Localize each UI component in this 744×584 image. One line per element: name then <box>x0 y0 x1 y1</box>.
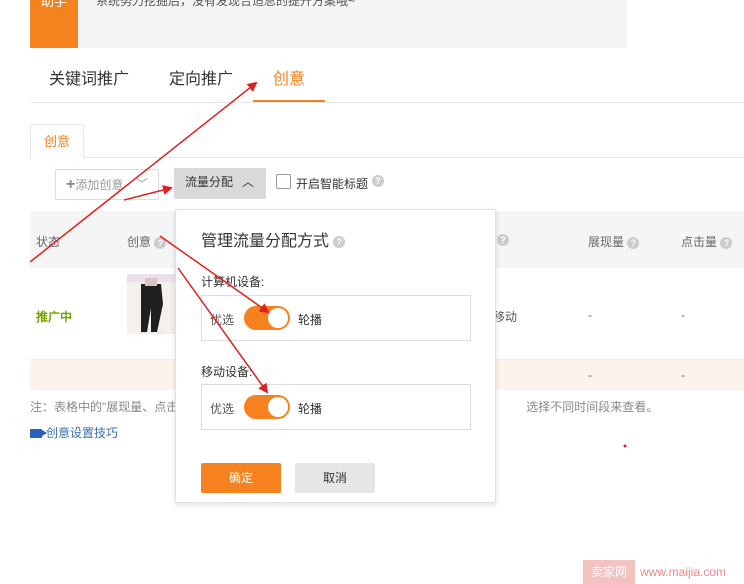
red-dot <box>623 444 627 448</box>
creative-tips-link[interactable]: 创意设置技巧 <box>30 424 118 441</box>
desktop-device-setting: 优选 轮播 <box>201 295 471 341</box>
cancel-button[interactable]: 取消 <box>295 463 375 493</box>
video-camera-icon <box>30 429 42 439</box>
traffic-allocation-popup: 管理流量分配方式? 计算机设备: 优选 轮播 移动设备: 优选 轮播 确定 取消 <box>175 209 496 503</box>
mobile-allocation-toggle[interactable] <box>244 395 290 419</box>
toggle-knob <box>268 397 288 417</box>
smart-title-label: 开启智能标题 <box>296 177 369 191</box>
creative-thumbnail[interactable] <box>127 274 175 334</box>
watermark-logo: 卖家网 <box>583 560 635 584</box>
confirm-button[interactable]: 确定 <box>201 463 281 493</box>
impressions-cell: - <box>588 368 592 382</box>
toggle-knob <box>268 308 288 328</box>
help-icon[interactable]: ? <box>333 235 346 248</box>
help-icon[interactable]: ? <box>497 234 509 246</box>
active-tab-indicator <box>253 100 325 102</box>
clicks-cell: - <box>681 308 685 322</box>
help-icon[interactable]: ? <box>720 236 733 249</box>
site-watermark: 卖家网 www.maijia.com <box>583 560 744 584</box>
tab-targeted-promotion[interactable]: 定向推广 <box>169 65 233 89</box>
main-tabs: 关键词推广 定向推广 创意 <box>30 55 744 103</box>
smart-title-checkbox[interactable] <box>276 174 291 189</box>
option-rotate[interactable]: 轮播 <box>298 311 322 328</box>
popup-title: 管理流量分配方式? <box>201 227 346 251</box>
mobile-device-setting: 优选 轮播 <box>201 384 471 430</box>
traffic-allocation-button[interactable]: 流量分配 ︿ <box>174 168 266 199</box>
chevron-up-icon: ︿ <box>241 175 254 189</box>
chevron-down-icon: ﹀ <box>135 177 148 191</box>
impressions-cell: - <box>588 308 592 322</box>
assistant-tip-text: 系统努力挖掘后，没有发现合适总的提升方案哦~ <box>96 0 356 8</box>
option-preferred[interactable]: 优选 <box>210 400 234 417</box>
watermark-url: www.maijia.com <box>640 565 727 579</box>
help-icon[interactable]: ? <box>154 236 167 249</box>
desktop-allocation-toggle[interactable] <box>244 306 290 330</box>
clicks-cell: - <box>681 368 685 382</box>
mobile-device-label: 移动设备: <box>201 365 253 379</box>
assistant-tip-box: 助手 系统努力挖掘后，没有发现合适总的提升方案哦~ <box>30 0 627 48</box>
creative-panel-header: 创意 <box>30 124 744 159</box>
column-status: 状态 <box>36 235 61 249</box>
column-impressions: 展现量 ? <box>588 233 640 250</box>
column-creative: 创意 ? <box>127 233 167 250</box>
help-icon[interactable]: ? <box>627 236 640 249</box>
sub-tab-creative[interactable]: 创意 <box>30 124 84 159</box>
tab-keyword-promotion[interactable]: 关键词推广 <box>49 65 129 89</box>
add-creative-button[interactable]: +添加创意 ﹀ <box>55 169 159 200</box>
column-clicks: 点击量 ? <box>681 233 733 250</box>
option-rotate[interactable]: 轮播 <box>298 400 322 417</box>
plus-icon: + <box>66 176 76 193</box>
option-preferred[interactable]: 优选 <box>210 311 234 328</box>
assistant-badge: 助手 <box>30 0 78 48</box>
tab-creative[interactable]: 创意 <box>273 65 305 89</box>
status-badge: 推广中 <box>36 310 73 324</box>
help-icon[interactable]: ? <box>372 175 384 187</box>
desktop-device-label: 计算机设备: <box>201 275 265 289</box>
device-cell: 移动 <box>493 310 518 324</box>
